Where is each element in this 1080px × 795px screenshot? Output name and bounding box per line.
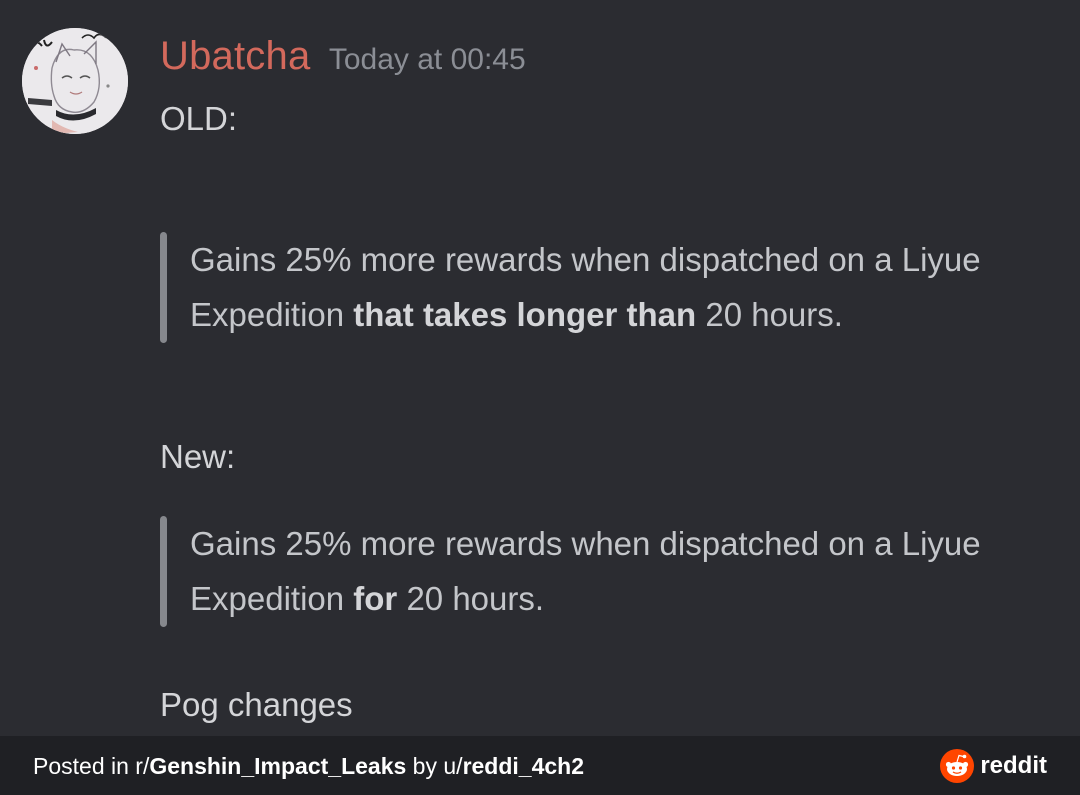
username-link[interactable]: reddi_4ch2: [463, 753, 584, 779]
quote-bar: [160, 516, 167, 627]
author-avatar[interactable]: [22, 28, 128, 134]
new-quote-bold-text: for: [353, 580, 398, 617]
old-quote-line-1: Gains 25% more rewards when dispatched o…: [190, 241, 981, 278]
by-text: by u/: [406, 753, 463, 779]
posted-in-text: Posted in r/: [33, 753, 150, 779]
footer-credit: Posted in r/Genshin_Impact_Leaks by u/re…: [33, 753, 584, 780]
message-header: Ubatcha Today at 00:45: [160, 34, 526, 79]
old-quote-bold-text: that takes longer than: [353, 296, 697, 333]
new-quote-line-2: Expedition for 20 hours.: [190, 571, 981, 626]
new-quote-line-2-start: Expedition: [190, 580, 354, 617]
old-quote-line-2: Expedition that takes longer than 20 hou…: [190, 287, 981, 342]
reddit-alien-icon: [940, 749, 975, 783]
quote-bar: [160, 232, 167, 343]
avatar-drawing-icon: [22, 28, 128, 134]
message-timestamp[interactable]: Today at 00:45: [329, 43, 526, 76]
reddit-footer: Posted in r/Genshin_Impact_Leaks by u/re…: [0, 736, 1080, 795]
old-quote-text: Gains 25% more rewards when dispatched o…: [190, 232, 981, 342]
old-quote-line-2-start: Expedition: [190, 296, 354, 333]
screenshot: Ubatcha Today at 00:45 OLD: Gains 25% mo…: [0, 0, 1080, 795]
new-quote-text: Gains 25% more rewards when dispatched o…: [190, 516, 981, 626]
reddit-wordmark: reddit: [980, 752, 1047, 779]
new-quote-line-2-end: 20 hours.: [397, 580, 545, 617]
old-quote-line-2-end: 20 hours.: [696, 296, 843, 333]
subreddit-link[interactable]: Genshin_Impact_Leaks: [149, 753, 406, 779]
author-name[interactable]: Ubatcha: [160, 34, 310, 78]
reddit-logo[interactable]: reddit: [940, 749, 1047, 783]
old-label: OLD:: [160, 100, 238, 137]
closing-text: Pog changes: [160, 686, 353, 723]
new-label: New:: [160, 438, 236, 475]
new-quote-line-1: Gains 25% more rewards when dispatched o…: [190, 525, 981, 562]
